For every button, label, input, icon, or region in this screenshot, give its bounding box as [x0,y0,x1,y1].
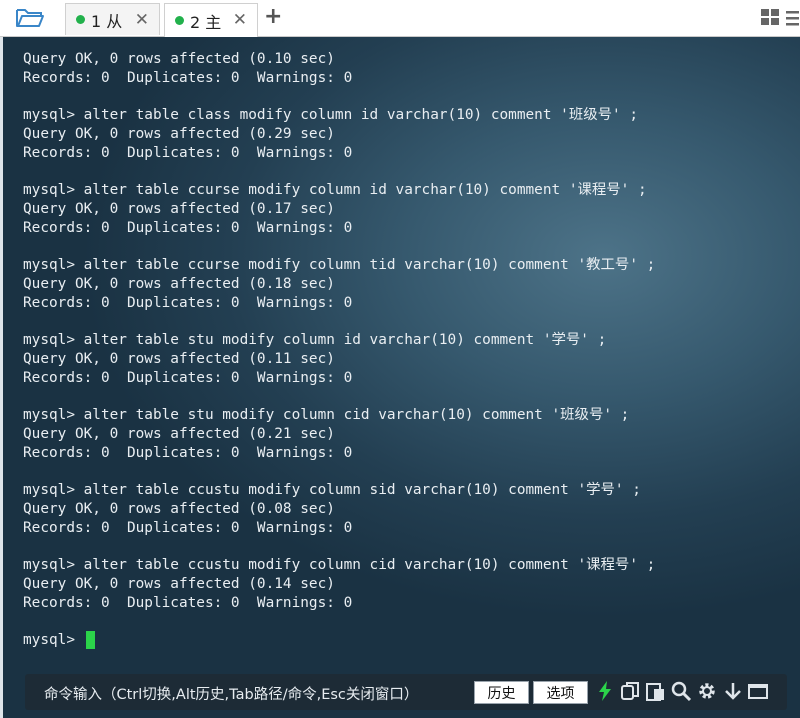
tab-session-1[interactable]: 1 从 ✕ [65,3,160,35]
gear-icon[interactable] [696,680,718,702]
download-arrow-icon[interactable] [722,680,744,702]
close-icon[interactable]: ✕ [135,10,149,30]
command-input-hint[interactable]: 命令输入（Ctrl切换,Alt历史,Tab路径/命令,Esc关闭窗口） [44,683,418,704]
folder-open-icon [16,9,44,27]
add-tab-button[interactable]: + [264,4,282,30]
tab-bar: 1 从 ✕ 2 主 ✕ + [0,0,800,37]
session-status-dot [175,16,184,25]
terminal-line: mysql> alter table class modify column i… [23,107,638,124]
lightning-icon[interactable] [594,680,616,702]
tab-label: 2 主 [190,12,222,32]
menu-icon[interactable] [785,9,799,27]
options-button[interactable]: 选项 [533,681,588,704]
terminal-pane[interactable]: Query OK, 0 rows affected (0.10 sec) Reco… [0,37,800,718]
terminal-line: mysql> alter table ccustu modify column … [23,482,641,499]
open-folder-button[interactable] [13,5,47,31]
terminal-line: Query OK, 0 rows affected (0.21 sec) [23,426,335,442]
history-button[interactable]: 历史 [474,681,529,704]
terminal-line: mysql> alter table ccurse modify column … [23,182,647,199]
terminal-line: Records: 0 Duplicates: 0 Warnings: 0 [23,519,353,536]
terminal-line: Records: 0 Duplicates: 0 Warnings: 0 [23,594,353,611]
terminal-line: Query OK, 0 rows affected (0.11 sec) [23,351,335,367]
search-icon[interactable] [670,680,692,702]
close-icon[interactable]: ✕ [233,10,247,30]
terminal-prompt-line[interactable]: mysql> [23,630,95,649]
terminal-line: mysql> alter table stu modify column cid… [23,407,630,424]
terminal-line: Query OK, 0 rows affected (0.08 sec) [23,501,335,517]
terminal-line: Records: 0 Duplicates: 0 Warnings: 0 [23,144,353,161]
copy-icon[interactable] [619,680,641,702]
terminal-line: Query OK, 0 rows affected (0.10 sec) [23,51,335,67]
terminal-prompt: mysql> [23,631,84,648]
terminal-line: Query OK, 0 rows affected (0.17 sec) [23,201,335,217]
terminal-line: mysql> alter table ccustu modify column … [23,557,656,574]
tab-label: 1 从 [91,11,123,31]
terminal-line: Records: 0 Duplicates: 0 Warnings: 0 [23,219,353,236]
grid-layout-icon[interactable] [760,7,780,27]
paste-icon[interactable] [644,680,666,702]
tab-session-2[interactable]: 2 主 ✕ [164,3,258,37]
session-status-dot [76,15,85,24]
terminal-line: Query OK, 0 rows affected (0.14 sec) [23,576,335,592]
terminal-line: Query OK, 0 rows affected (0.29 sec) [23,126,335,142]
terminal-line: mysql> alter table ccurse modify column … [23,257,656,274]
command-input-bar[interactable]: 命令输入（Ctrl切换,Alt历史,Tab路径/命令,Esc关闭窗口） 历史 选… [25,674,787,710]
terminal-line: Records: 0 Duplicates: 0 Warnings: 0 [23,69,353,86]
terminal-line: Records: 0 Duplicates: 0 Warnings: 0 [23,444,353,461]
terminal-line: mysql> alter table stu modify column id … [23,332,607,349]
terminal-line: Records: 0 Duplicates: 0 Warnings: 0 [23,369,353,386]
terminal-line: Query OK, 0 rows affected (0.18 sec) [23,276,335,292]
terminal-line: Records: 0 Duplicates: 0 Warnings: 0 [23,294,353,311]
terminal-cursor [85,630,95,649]
terminal-output: Query OK, 0 rows affected (0.10 sec) Reco… [23,50,655,613]
window-icon[interactable] [747,680,769,702]
